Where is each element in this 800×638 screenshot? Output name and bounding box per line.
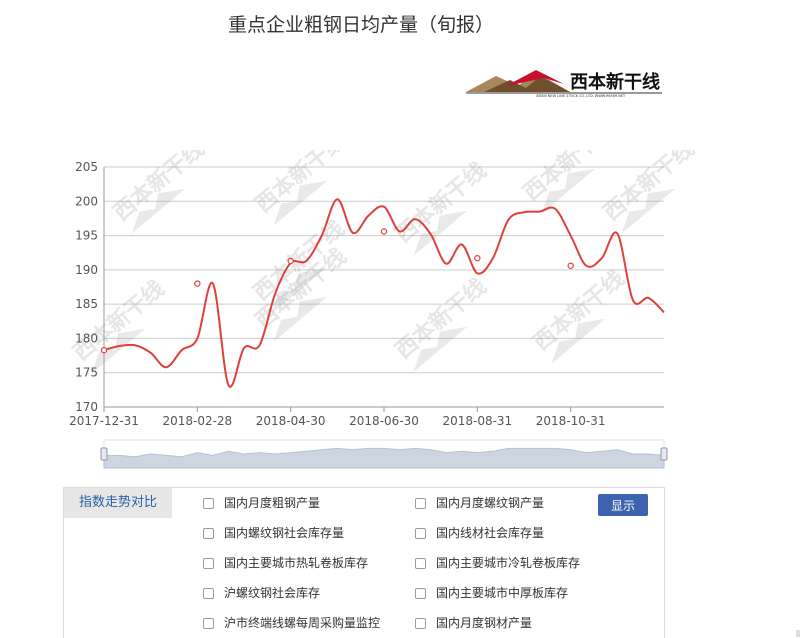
- option-checkbox[interactable]: [203, 588, 214, 599]
- option-item[interactable]: 国内主要城市冷轧卷板库存: [415, 554, 580, 572]
- watermarks: 西本新干线 西本新干线 西本新干线 西本新干线西本新干线 西本新干线西本新干线 西本新干线…: [68, 115, 699, 374]
- page-edge: [796, 630, 800, 637]
- data-point-marker: [287, 257, 294, 265]
- slider-left-handle[interactable]: [100, 447, 108, 461]
- option-item[interactable]: 国内月度粗钢产量: [203, 494, 320, 512]
- watermark-text: 西本新干线: [250, 150, 351, 218]
- y-tick-label: 180: [75, 331, 98, 345]
- data-point-marker: [474, 254, 481, 262]
- watermark-text: 西本新干线: [598, 150, 699, 226]
- option-checkbox[interactable]: [203, 498, 214, 509]
- option-label: 国内月度螺纹钢产量: [436, 496, 545, 510]
- option-label: 国内线材社会库存量: [436, 526, 545, 540]
- grid-lines: [104, 166, 664, 408]
- x-tick-label: 2018-10-31: [536, 414, 606, 428]
- watermark: 西本新干线: [68, 275, 169, 374]
- option-label: 国内螺纹钢社会库存量: [224, 526, 345, 540]
- x-tick-label: 2018-08-31: [442, 414, 512, 428]
- option-item[interactable]: 国内螺纹钢社会库存量: [203, 524, 344, 542]
- watermark-text: 西本新干线: [528, 265, 629, 356]
- watermark: 西本新干线: [250, 127, 351, 226]
- option-checkbox[interactable]: [415, 498, 426, 509]
- option-checkbox[interactable]: [415, 588, 426, 599]
- option-checkbox[interactable]: [415, 528, 426, 539]
- slider-right-handle[interactable]: [660, 447, 668, 461]
- option-item[interactable]: 沪市终端线螺每周采购量监控: [203, 614, 380, 632]
- option-item[interactable]: 国内月度钢材产量: [415, 614, 532, 632]
- option-item[interactable]: 国内线材社会库存量: [415, 524, 544, 542]
- watermark: 西本新干线: [390, 273, 491, 372]
- y-tick-label: 175: [75, 366, 98, 380]
- option-label: 沪螺纹钢社会库存: [224, 586, 321, 600]
- x-tick-label: 2018-06-30: [349, 414, 419, 428]
- data-point-marker: [380, 228, 388, 235]
- chart-title: 重点企业粗钢日均产量（旬报）: [227, 14, 494, 36]
- option-item[interactable]: 国内月度螺纹钢产量: [415, 494, 544, 512]
- data-point-marker: [194, 280, 201, 287]
- y-tick-label: 205: [75, 160, 98, 174]
- option-checkbox[interactable]: [203, 528, 214, 539]
- watermark-text: 西本新干线: [108, 150, 209, 226]
- option-checkbox[interactable]: [415, 618, 426, 629]
- brand-logo: 西本新干线 XIBEN NEW LINE STOCK CO.,LTD. WWW.…: [466, 66, 666, 98]
- option-label: 国内主要城市中厚板库存: [436, 586, 569, 600]
- watermark: 西本新干线: [390, 157, 491, 256]
- y-tick-label: 200: [75, 194, 98, 208]
- index-compare-panel: 指数走势对比 显示 国内月度粗钢产量 国内月度螺纹钢产量国内螺纹钢社会库存量 国内线…: [63, 487, 665, 638]
- watermark-text: 西本新干线: [68, 275, 169, 366]
- line-chart[interactable]: 西本新干线 西本新干线 西本新干线 西本新干线 西本新干线 西本新干线 西本新干线 西本新干线…: [0, 115, 800, 480]
- range-slider[interactable]: [100, 439, 668, 469]
- y-tick-label: 170: [75, 400, 98, 414]
- watermark-text: 西本新干线: [390, 273, 491, 364]
- y-tick-label: 185: [75, 297, 98, 311]
- option-label: 沪市终端线螺每周采购量监控: [224, 616, 381, 630]
- x-tick-label: 2018-02-28: [162, 414, 232, 428]
- logo-subtext: XIBEN NEW LINE STOCK CO.,LTD. WWW.96369.…: [536, 94, 626, 98]
- y-tick-label: 190: [75, 263, 98, 277]
- option-label: 国内月度粗钢产量: [224, 496, 321, 510]
- option-item[interactable]: 国内主要城市热轧卷板库存: [203, 554, 368, 572]
- series: [100, 198, 665, 388]
- show-button[interactable]: 显示: [598, 494, 648, 516]
- logo-icon: 西本新干线 XIBEN NEW LINE STOCK CO.,LTD. WWW.…: [466, 70, 662, 98]
- y-tick-label: 195: [75, 229, 98, 243]
- option-item[interactable]: 沪螺纹钢社会库存: [203, 584, 320, 602]
- option-label: 国内主要城市热轧卷板库存: [224, 556, 369, 570]
- option-label: 国内月度钢材产量: [436, 616, 533, 630]
- option-checkbox[interactable]: [203, 558, 214, 569]
- watermark: 西本新干线: [598, 135, 699, 234]
- watermark: 西本新干线: [528, 265, 629, 364]
- x-tick-label: 2017-12-31: [69, 414, 139, 428]
- option-checkbox[interactable]: [203, 618, 214, 629]
- data-point-marker: [567, 262, 574, 269]
- option-checkbox[interactable]: [415, 558, 426, 569]
- data-point-marker: [100, 346, 108, 354]
- option-label: 国内主要城市冷轧卷板库存: [436, 556, 581, 570]
- watermark-text: 西本新干线: [390, 157, 491, 248]
- watermark: 西本新干线: [108, 135, 209, 234]
- chart-svg: 西本新干线 西本新干线 西本新干线 西本新干线西本新干线 西本新干线西本新干线 西本新干线…: [68, 115, 699, 469]
- option-item[interactable]: 国内主要城市中厚板库存: [415, 584, 568, 602]
- logo-text: 西本新干线: [570, 71, 660, 93]
- panel-title: 指数走势对比: [64, 488, 172, 518]
- x-tick-label: 2018-04-30: [256, 414, 326, 428]
